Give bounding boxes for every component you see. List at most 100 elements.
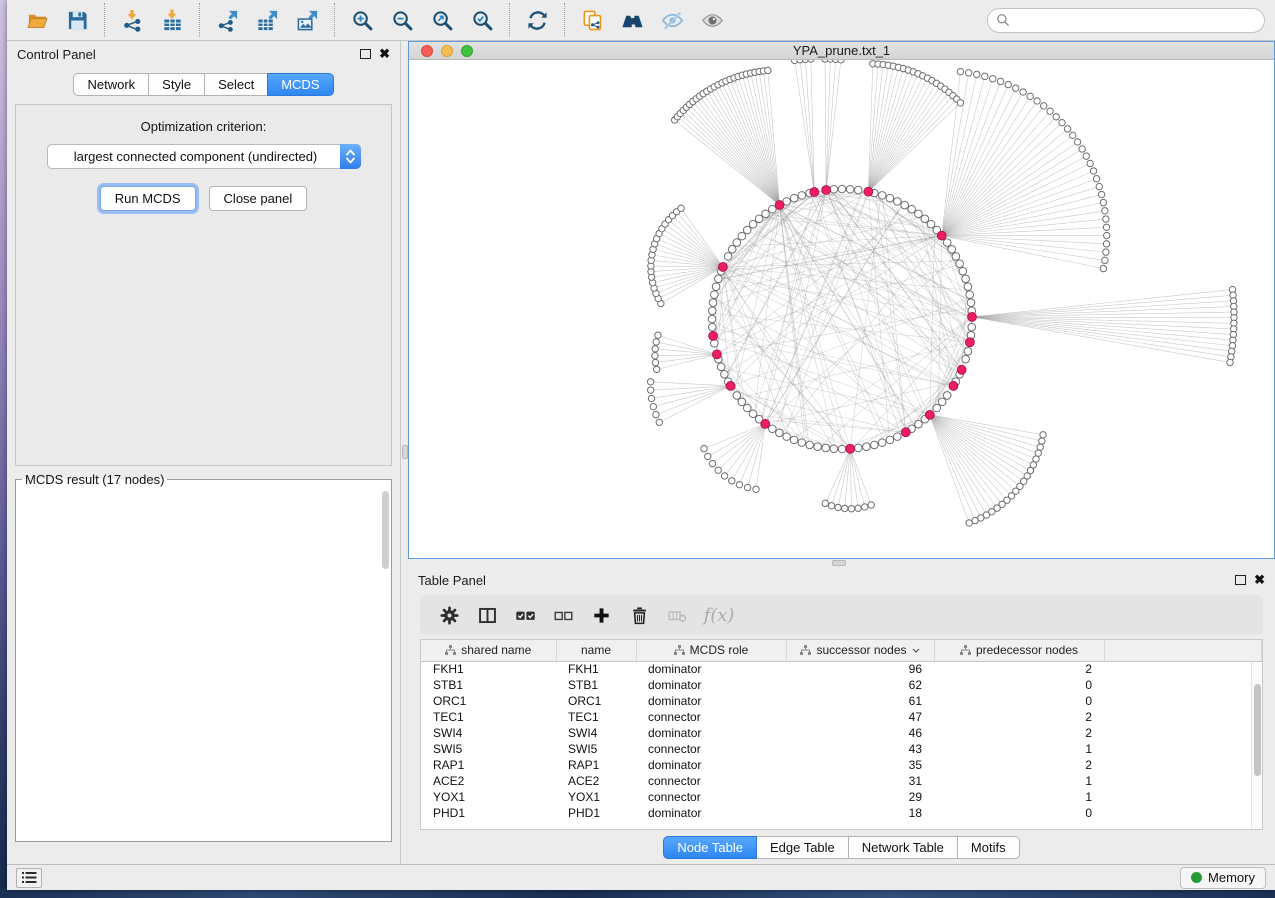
select-all-checks-button[interactable] (506, 600, 544, 630)
vertical-splitter[interactable] (400, 41, 408, 864)
table-row[interactable]: FKH1FKH1dominator962 (421, 661, 1262, 677)
network-graph[interactable] (409, 60, 1274, 558)
refresh-button[interactable] (517, 4, 557, 36)
table-cell[interactable]: STB1 (421, 677, 556, 693)
table-row[interactable]: YOX1YOX1connector291 (421, 789, 1262, 805)
table-cell[interactable]: connector (636, 709, 786, 725)
table-cell[interactable]: STB1 (556, 677, 636, 693)
table-cell[interactable]: ORC1 (556, 693, 636, 709)
table-cell[interactable]: 61 (786, 693, 934, 709)
tab-style[interactable]: Style (148, 73, 205, 96)
column-header-name[interactable]: name (556, 640, 636, 661)
import-network-button[interactable] (112, 4, 152, 36)
import-table-button[interactable] (152, 4, 192, 36)
close-panel-icon[interactable]: ✖ (379, 49, 390, 59)
zoom-out-button[interactable] (382, 4, 422, 36)
delete-row-button[interactable] (620, 600, 658, 630)
table-cell[interactable]: SWI5 (556, 741, 636, 757)
table-cell[interactable]: 31 (786, 773, 934, 789)
tab-select[interactable]: Select (204, 73, 268, 96)
network-titlebar[interactable]: YPA_prune.txt_1 (409, 42, 1274, 60)
table-cell[interactable]: dominator (636, 725, 786, 741)
column-header-successor-nodes[interactable]: successor nodes (786, 640, 934, 661)
table-cell[interactable]: FKH1 (421, 661, 556, 677)
table-cell[interactable]: 46 (786, 725, 934, 741)
table-cell[interactable]: dominator (636, 693, 786, 709)
table-cell[interactable]: 1 (934, 773, 1104, 789)
table-cell[interactable]: RAP1 (556, 757, 636, 773)
table-cell[interactable]: connector (636, 773, 786, 789)
table-cell[interactable]: 18 (786, 805, 934, 821)
settings-gear-button[interactable] (430, 600, 468, 630)
splitter-handle[interactable] (832, 560, 846, 566)
table-cell[interactable]: SWI5 (421, 741, 556, 757)
table-cell[interactable]: dominator (636, 805, 786, 821)
table-cell[interactable]: 0 (934, 693, 1104, 709)
table-cell[interactable]: 2 (934, 709, 1104, 725)
table-cell[interactable]: 0 (934, 805, 1104, 821)
table-cell[interactable]: SWI4 (556, 725, 636, 741)
table-cell[interactable]: 0 (934, 677, 1104, 693)
search-input[interactable] (987, 8, 1265, 33)
table-row[interactable]: SWI5SWI5connector431 (421, 741, 1262, 757)
network-canvas[interactable] (409, 60, 1274, 558)
splitter-handle[interactable] (402, 445, 408, 459)
table-cell[interactable]: PHD1 (421, 805, 556, 821)
table-row[interactable]: ORC1ORC1dominator610 (421, 693, 1262, 709)
table-cell[interactable]: dominator (636, 661, 786, 677)
memory-button[interactable]: Memory (1180, 867, 1266, 889)
table-cell[interactable]: 47 (786, 709, 934, 725)
tab-mcds[interactable]: MCDS (267, 73, 333, 96)
zoom-fit-button[interactable] (422, 4, 462, 36)
zoom-selected-button[interactable] (462, 4, 502, 36)
close-panel-button[interactable]: Close panel (209, 186, 308, 211)
open-file-button[interactable] (17, 4, 57, 36)
criterion-dropdown[interactable]: largest connected component (undirected) (47, 144, 361, 169)
tab-network[interactable]: Network (73, 73, 149, 96)
close-panel-icon[interactable]: ✖ (1254, 575, 1265, 585)
table-cell[interactable]: 2 (934, 725, 1104, 741)
table-row[interactable]: SWI4SWI4dominator462 (421, 725, 1262, 741)
tab-network-table[interactable]: Network Table (848, 836, 958, 859)
tab-edge-table[interactable]: Edge Table (756, 836, 849, 859)
table-row[interactable]: RAP1RAP1dominator352 (421, 757, 1262, 773)
table-row[interactable]: ACE2ACE2connector311 (421, 773, 1262, 789)
show-columns-button[interactable] (468, 600, 506, 630)
save-session-button[interactable] (57, 4, 97, 36)
table-row[interactable]: STB1STB1dominator620 (421, 677, 1262, 693)
first-neighbors-button[interactable] (612, 4, 652, 36)
export-network-button[interactable] (207, 4, 247, 36)
table-cell[interactable]: 43 (786, 741, 934, 757)
table-cell[interactable]: SWI4 (421, 725, 556, 741)
zoom-in-button[interactable] (342, 4, 382, 36)
deselect-all-checks-button[interactable] (544, 600, 582, 630)
table-cell[interactable]: RAP1 (421, 757, 556, 773)
horizontal-splitter[interactable] (408, 559, 1275, 567)
task-history-button[interactable] (16, 868, 42, 888)
copy-style-button[interactable] (572, 4, 612, 36)
table-scrollbar[interactable] (1251, 662, 1262, 829)
table-cell[interactable]: PHD1 (556, 805, 636, 821)
table-cell[interactable]: 2 (934, 757, 1104, 773)
show-all-button[interactable] (692, 4, 732, 36)
table-cell[interactable]: TEC1 (556, 709, 636, 725)
table-row[interactable]: TEC1TEC1connector472 (421, 709, 1262, 725)
add-row-button[interactable] (582, 600, 620, 630)
hide-selected-button[interactable] (652, 4, 692, 36)
table-cell[interactable]: FKH1 (556, 661, 636, 677)
float-panel-icon[interactable] (360, 49, 371, 59)
table-cell[interactable]: 35 (786, 757, 934, 773)
export-table-button[interactable] (247, 4, 287, 36)
tab-motifs[interactable]: Motifs (957, 836, 1020, 859)
table-cell[interactable]: dominator (636, 757, 786, 773)
table-cell[interactable]: 1 (934, 741, 1104, 757)
table-cell[interactable]: connector (636, 741, 786, 757)
table-cell[interactable]: 62 (786, 677, 934, 693)
table-cell[interactable]: ACE2 (421, 773, 556, 789)
table-cell[interactable]: ORC1 (421, 693, 556, 709)
column-header-predecessor-nodes[interactable]: predecessor nodes (934, 640, 1104, 661)
table-cell[interactable]: YOX1 (421, 789, 556, 805)
table-cell[interactable]: 96 (786, 661, 934, 677)
table-cell[interactable]: 1 (934, 789, 1104, 805)
table-row[interactable]: PHD1PHD1dominator180 (421, 805, 1262, 821)
